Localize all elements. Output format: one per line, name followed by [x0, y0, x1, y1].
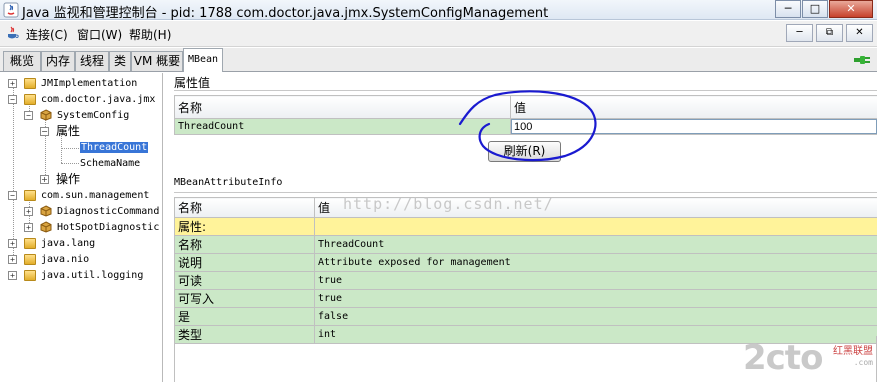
mbean-icon: [40, 109, 52, 121]
connection-plug-icon[interactable]: [853, 54, 871, 66]
attribute-info-title: MBeanAttributeInfo: [174, 177, 283, 188]
java-cup-icon: [8, 26, 19, 39]
watermark-text: http://blog.csdn.net/: [343, 195, 554, 213]
info-row: 可读 true: [174, 271, 877, 290]
group-value-cell: [314, 217, 877, 236]
folder-icon: [24, 190, 36, 201]
tree-node-com-doctor-java-jmx[interactable]: − com.doctor.java.jmx: [8, 92, 162, 107]
folder-icon: [24, 94, 36, 105]
info-name-cell: 可写入: [174, 289, 315, 308]
attribute-info-table: 名称 值 属性: 名称 ThreadCount 说明 Attribute exp…: [174, 197, 877, 344]
menu-window[interactable]: 窗口(W): [77, 26, 122, 43]
attribute-values-title: 属性值: [174, 76, 211, 90]
tab-overview[interactable]: 概览: [3, 51, 41, 71]
info-row: 说明 Attribute exposed for management: [174, 253, 877, 272]
tree-node-java-nio[interactable]: + java.nio: [8, 252, 162, 267]
info-value-cell: Attribute exposed for management: [314, 253, 877, 272]
tab-threads[interactable]: 线程: [75, 51, 109, 71]
info-value-cell: true: [314, 289, 877, 308]
window-title: Java 监视和管理控制台 - pid: 1788 com.doctor.jav…: [22, 6, 549, 21]
mbean-icon: [40, 205, 52, 217]
info-row: 名称 ThreadCount: [174, 235, 877, 254]
tree-node-threadcount[interactable]: ThreadCount: [80, 140, 149, 155]
tree-node-com-sun-management[interactable]: − com.sun.management: [8, 188, 162, 203]
tree-node-hotspotdiagnostic[interactable]: + HotSpotDiagnostic: [24, 220, 162, 235]
close-button[interactable]: ✕: [829, 0, 873, 18]
tab-vm-summary[interactable]: VM 概要: [131, 51, 183, 71]
maximize-button[interactable]: □: [802, 0, 828, 18]
info-row: 是 false: [174, 307, 877, 326]
info-value-cell: true: [314, 271, 877, 290]
folder-icon: [24, 78, 36, 89]
internal-minimize-button[interactable]: ─: [786, 24, 813, 42]
menu-bar: 连接(C) 窗口(W) 帮助(H) ─ ⧉ ✕: [0, 21, 877, 47]
tree-node-attributes[interactable]: − 属性: [40, 124, 160, 139]
minimize-button[interactable]: ─: [775, 0, 801, 18]
info-name-cell: 名称: [174, 235, 315, 254]
java-app-icon: [3, 2, 19, 18]
info-name-cell: 是: [174, 307, 315, 326]
tab-bar: 概览 内存 线程 类 VM 概要 MBean: [0, 48, 877, 72]
tree-node-java-lang[interactable]: + java.lang: [8, 236, 162, 251]
info-value-cell: false: [314, 307, 877, 326]
logo-main-text: 2cto: [743, 338, 823, 378]
internal-close-button[interactable]: ✕: [846, 24, 873, 42]
title-bar: Java 监视和管理控制台 - pid: 1788 com.doctor.jav…: [0, 0, 877, 21]
tree-node-jmimplementation[interactable]: + JMImplementation: [8, 76, 162, 91]
folder-icon: [24, 270, 36, 281]
folder-icon: [24, 254, 36, 265]
mbean-tree: + JMImplementation − com.doctor.java.jmx…: [2, 73, 163, 382]
tree-node-java-util-logging[interactable]: + java.util.logging: [8, 268, 162, 283]
info-value-cell: ThreadCount: [314, 235, 877, 254]
tree-node-systemconfig[interactable]: − SystemConfig: [24, 108, 162, 123]
info-row: 可写入 true: [174, 289, 877, 308]
tree-node-diagnosticcommand[interactable]: + DiagnosticCommand: [24, 204, 162, 219]
mbean-icon: [40, 221, 52, 233]
menu-help[interactable]: 帮助(H): [129, 26, 171, 43]
group-label-cell: 属性:: [174, 217, 315, 236]
folder-icon: [24, 238, 36, 249]
logo-cn-text: 红黑联盟: [833, 346, 873, 357]
tab-classes[interactable]: 类: [109, 51, 131, 71]
logo-sub-text: .com: [853, 358, 873, 367]
info-name-cell: 说明: [174, 253, 315, 272]
info-name-cell: 可读: [174, 271, 315, 290]
menu-connection[interactable]: 连接(C): [26, 26, 68, 43]
tab-memory[interactable]: 内存: [41, 51, 75, 71]
tab-mbean[interactable]: MBean: [183, 48, 223, 72]
tree-node-operations[interactable]: + 操作: [40, 172, 160, 187]
tree-node-schemaname[interactable]: SchemaName: [80, 156, 140, 171]
info-header-name[interactable]: 名称: [174, 197, 315, 218]
site-logo: 2cto 红黑联盟 .com: [743, 338, 875, 380]
internal-restore-button[interactable]: ⧉: [816, 24, 843, 42]
annotation-circle: [458, 90, 597, 162]
